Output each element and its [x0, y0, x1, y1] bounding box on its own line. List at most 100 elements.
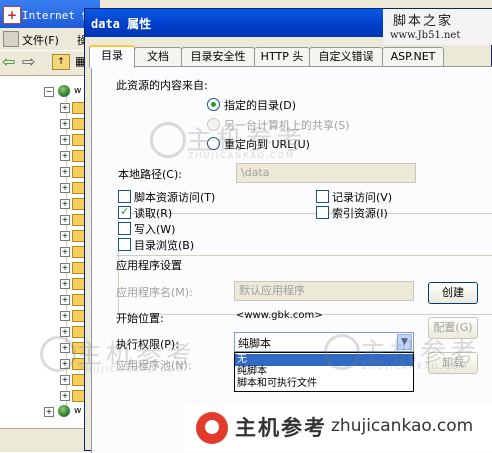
exec-permissions-label: 执行权限(P):	[116, 338, 179, 351]
expand-icon[interactable]: +	[44, 407, 54, 417]
tree-node-folder[interactable]: +	[0, 324, 87, 340]
tree-node-folder[interactable]: +	[0, 244, 87, 260]
website-globe-icon	[58, 405, 70, 417]
tree-node-folder[interactable]: +	[0, 260, 87, 276]
start-location-value: <www.gbk.com>	[236, 310, 323, 321]
start-location-label: 开始位置:	[116, 312, 164, 325]
exec-permissions-dropdown: 无 纯脚本 脚本和可执行文件	[234, 352, 414, 392]
expand-icon[interactable]: +	[60, 375, 70, 385]
tab-aspnet[interactable]: ASP.NET	[382, 47, 444, 66]
checkbox-index-resource[interactable]	[316, 206, 329, 219]
app-name-field[interactable]: 默认应用程序	[234, 281, 414, 301]
expand-icon[interactable]: +	[60, 151, 70, 161]
radio-redirect-url[interactable]	[207, 137, 220, 150]
expand-icon[interactable]: +	[60, 311, 70, 321]
tab-directory-security[interactable]: 目录安全性	[181, 47, 255, 66]
checkbox-script-access[interactable]	[118, 190, 131, 203]
tree-node-folder[interactable]: +	[0, 212, 87, 228]
radio-specified-directory[interactable]	[207, 98, 220, 111]
tree-node-folder[interactable]: +	[0, 116, 87, 132]
app-settings-heading: 应用程序设置	[116, 259, 182, 272]
website-globe-icon	[58, 85, 70, 97]
bg-system-menu-icon[interactable]	[3, 31, 19, 47]
watermark-logo-icon	[150, 122, 186, 158]
tree-node-folder[interactable]: +	[0, 292, 87, 308]
checkbox-log-visits[interactable]	[316, 190, 329, 203]
expand-icon[interactable]: +	[60, 119, 70, 129]
jb51-logo-url: www.Jb51.net	[390, 30, 461, 41]
brand-text: 主机参考	[235, 416, 327, 440]
tree-node-folder[interactable]: +	[0, 308, 87, 324]
app-settings-separator	[116, 255, 492, 256]
chevron-down-icon[interactable]: ▼	[397, 334, 412, 350]
tree-node-folder[interactable]: +	[0, 148, 87, 164]
tree-node-label: w	[74, 406, 82, 416]
expand-icon[interactable]: +	[60, 295, 70, 305]
tree-node-website[interactable]: − w	[0, 84, 84, 100]
jb51-logo-title: 脚本之家	[393, 14, 454, 29]
properties-dialog: data 属性 目录 文档 目录安全性 HTTP 头 自定义错误 ASP.NET…	[84, 8, 492, 453]
checkbox-write-label[interactable]: 写入(W)	[134, 221, 175, 237]
checkbox-write[interactable]	[118, 222, 131, 235]
site-tree: − w + + + + + + + + + + + + + + + + + + + + w	[0, 76, 87, 428]
tab-panel-directory: 此资源的内容来自: 指定的目录(D) 另一台计算机上的共享(S) 重定向到 UR…	[91, 66, 492, 453]
tree-node-label: w	[74, 86, 82, 96]
local-path-field[interactable]: \data	[236, 163, 416, 183]
tab-directory[interactable]: 目录	[89, 45, 135, 68]
tree-node-folder[interactable]: +	[0, 196, 87, 212]
menu-file[interactable]: 文件(F)	[22, 32, 59, 48]
dropdown-option-scripts-executables[interactable]: 脚本和可执行文件	[235, 378, 413, 390]
tree-node-folder[interactable]: +	[0, 164, 87, 180]
tree-node-folder[interactable]: +	[0, 372, 87, 388]
collapse-icon[interactable]: −	[44, 87, 54, 97]
expand-icon[interactable]: +	[60, 231, 70, 241]
dropdown-option-scripts-only[interactable]: 纯脚本	[235, 366, 413, 378]
tree-node-folder[interactable]: +	[0, 100, 87, 116]
tab-http-headers[interactable]: HTTP 头	[254, 47, 310, 66]
content-source-heading: 此资源的内容来自:	[116, 79, 208, 92]
back-arrow-icon[interactable]: ⇦	[2, 54, 15, 70]
iis-app-icon: +	[3, 6, 21, 24]
expand-icon[interactable]: +	[60, 183, 70, 193]
expand-icon[interactable]: +	[60, 167, 70, 177]
tree-node-website-2[interactable]: + w	[0, 404, 84, 420]
tree-node-folder[interactable]: +	[0, 180, 87, 196]
bg-window-title: Internet 信息服务	[22, 9, 92, 22]
expand-icon[interactable]: +	[60, 391, 70, 401]
expand-icon[interactable]: +	[60, 279, 70, 289]
tree-node-folder[interactable]: +	[0, 228, 87, 244]
dialog-title: data 属性	[91, 17, 152, 31]
checkbox-directory-browsing-label[interactable]: 目录浏览(B)	[134, 237, 194, 253]
radio-redirect-url-label[interactable]: 重定向到 URL(U)	[224, 136, 310, 152]
brand-url: zhujicankao.com	[331, 416, 474, 436]
app-name-label: 应用程序名(M):	[116, 286, 193, 299]
app-pool-label: 应用程序池(N):	[116, 359, 192, 372]
configure-button: 配置(G)	[428, 317, 478, 339]
forward-arrow-icon[interactable]: ⇨	[22, 54, 35, 70]
brand-logo-inner	[205, 420, 219, 434]
expand-icon[interactable]: +	[60, 215, 70, 225]
checkbox-log-visits-label[interactable]: 记录访问(V)	[332, 189, 392, 205]
expand-icon[interactable]: +	[60, 263, 70, 273]
checkbox-index-resource-label[interactable]: 索引资源(I)	[332, 205, 388, 221]
tree-node-folder[interactable]: +	[0, 132, 87, 148]
tab-custom-errors[interactable]: 自定义错误	[309, 47, 383, 66]
up-folder-icon[interactable]: ↑	[52, 54, 70, 70]
checkbox-directory-browsing[interactable]	[118, 238, 131, 251]
tab-documents[interactable]: 文档	[134, 47, 182, 66]
tree-node-folder[interactable]: +	[0, 276, 87, 292]
unload-button: 卸载	[428, 352, 478, 374]
radio-specified-directory-label[interactable]: 指定的目录(D)	[224, 97, 296, 113]
expand-icon[interactable]: +	[60, 103, 70, 113]
expand-icon[interactable]: +	[60, 135, 70, 145]
expand-icon[interactable]: +	[60, 247, 70, 257]
create-button[interactable]: 创建	[428, 282, 478, 304]
checkbox-script-access-label[interactable]: 脚本资源访问(T)	[134, 189, 215, 205]
radio-network-share-label: 另一台计算机上的共享(S)	[224, 119, 350, 132]
expand-icon[interactable]: +	[60, 199, 70, 209]
checkbox-read[interactable]	[118, 205, 131, 219]
local-path-label: 本地路径(C):	[118, 168, 182, 181]
tree-node-folder[interactable]: +	[0, 388, 87, 404]
exec-permissions-value: 纯脚本	[238, 337, 271, 350]
checkbox-read-label[interactable]: 读取(R)	[134, 205, 172, 221]
